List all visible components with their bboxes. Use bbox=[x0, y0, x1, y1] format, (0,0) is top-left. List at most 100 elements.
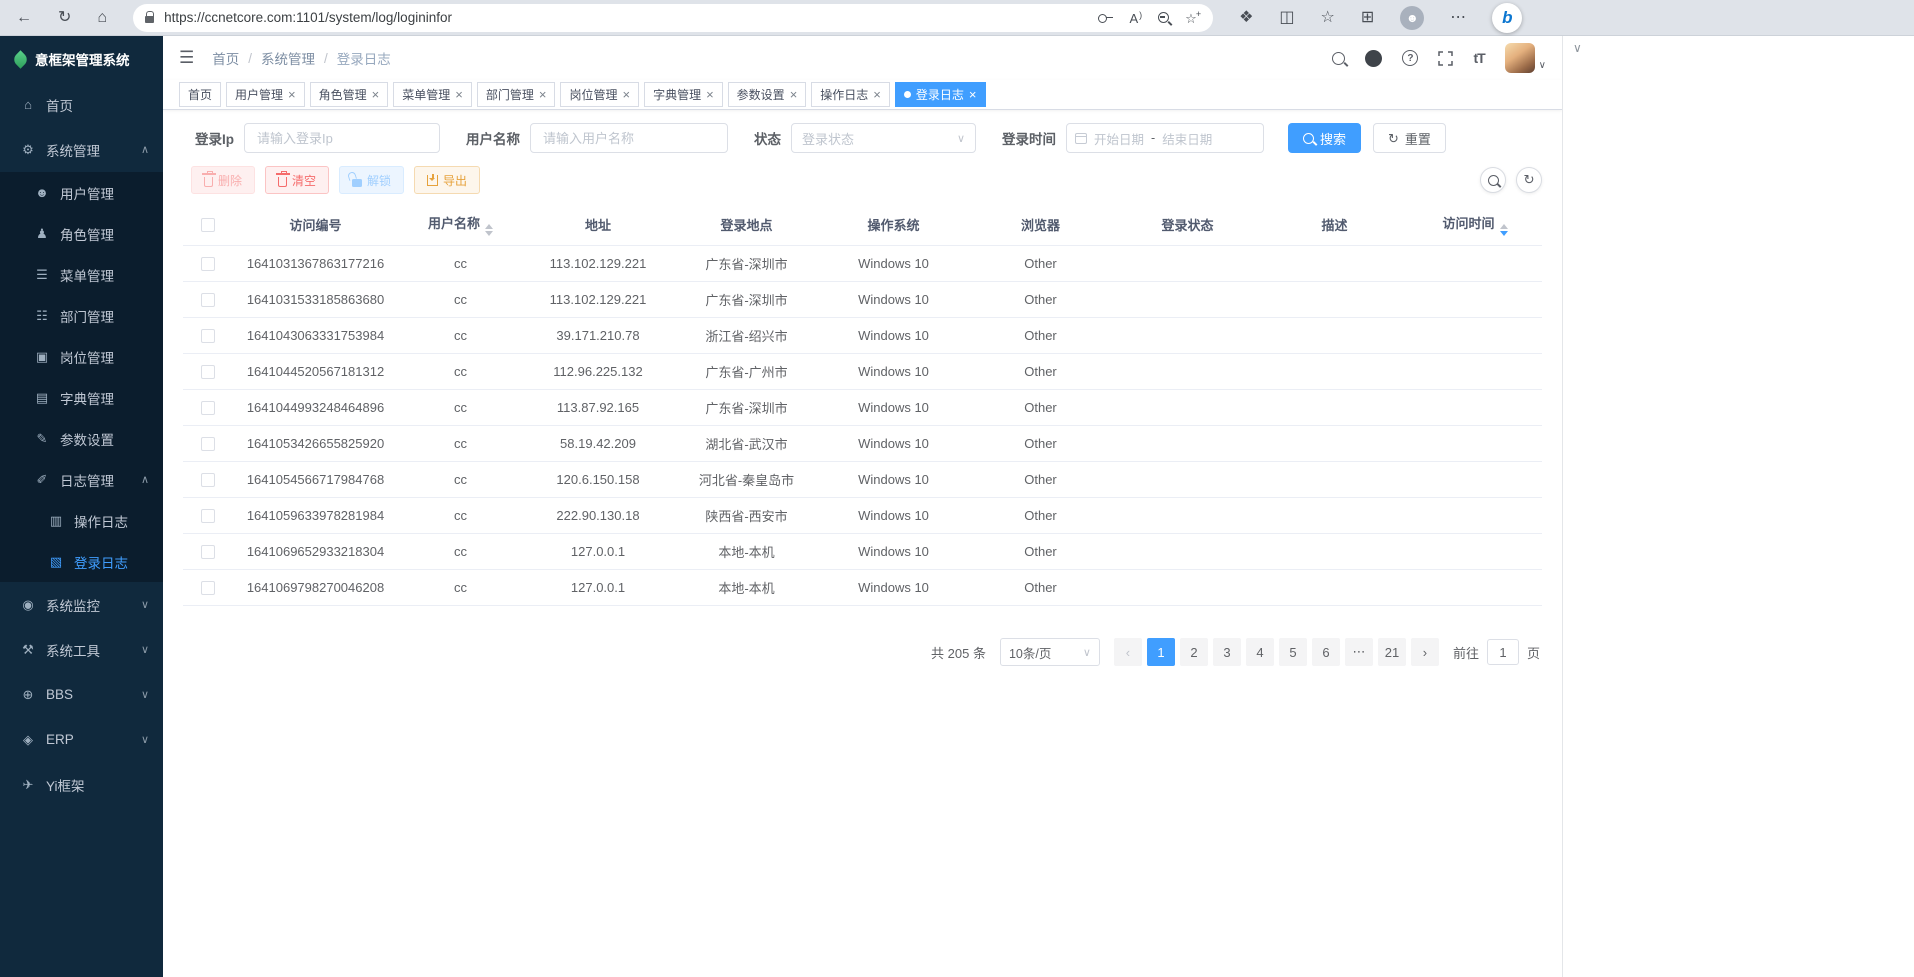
page-button-6[interactable]: 6 bbox=[1312, 638, 1340, 666]
sidebar-item-log-mgmt[interactable]: ✐日志管理∧ bbox=[0, 459, 163, 500]
sidebar-item-post-mgmt[interactable]: ▣岗位管理 bbox=[0, 336, 163, 377]
close-tab-icon[interactable]: × bbox=[455, 87, 463, 102]
unlock-button[interactable]: 解锁 bbox=[339, 166, 404, 194]
tab-login-log[interactable]: 登录日志× bbox=[895, 82, 986, 107]
tab-post-mgmt[interactable]: 岗位管理× bbox=[560, 82, 639, 107]
close-tab-icon[interactable]: × bbox=[372, 87, 380, 102]
tab-home[interactable]: 首页 bbox=[179, 82, 221, 107]
page-button-1[interactable]: 1 bbox=[1147, 638, 1175, 666]
sidebar-item-erp[interactable]: ◈ERP∨ bbox=[0, 717, 163, 762]
tab-role-mgmt[interactable]: 角色管理× bbox=[310, 82, 389, 107]
row-checkbox[interactable] bbox=[201, 545, 215, 559]
back-icon[interactable]: ← bbox=[16, 10, 32, 26]
goto-page-input[interactable] bbox=[1487, 639, 1519, 665]
address-bar[interactable]: https://ccnetcore.com:1101/system/log/lo… bbox=[133, 4, 1213, 32]
sidebar-item-menu-mgmt[interactable]: ☰菜单管理 bbox=[0, 254, 163, 295]
sidebar-item-yi-framework[interactable]: ✈Yi框架 bbox=[0, 762, 163, 807]
sidebar-item-dict-mgmt[interactable]: ▤字典管理 bbox=[0, 377, 163, 418]
copilot-bing-icon[interactable]: b bbox=[1492, 3, 1522, 33]
add-favorite-icon[interactable]: ☆ bbox=[1185, 10, 1201, 25]
sidebar-item-home[interactable]: ⌂首页 bbox=[0, 82, 163, 127]
row-checkbox[interactable] bbox=[201, 581, 215, 595]
row-checkbox[interactable] bbox=[201, 293, 215, 307]
page-size-select[interactable]: 10条/页 ∨ bbox=[1000, 638, 1100, 666]
breadcrumb-item[interactable]: 首页 bbox=[212, 48, 239, 68]
zoom-out-icon[interactable] bbox=[1158, 12, 1169, 23]
sidebar-item-system-monitor[interactable]: ◉系统监控∨ bbox=[0, 582, 163, 627]
toggle-search-button[interactable] bbox=[1480, 167, 1506, 193]
font-size-icon[interactable]: tT bbox=[1473, 50, 1484, 66]
sidebar-item-bbs[interactable]: ⊕BBS∨ bbox=[0, 672, 163, 717]
page-button-4[interactable]: 4 bbox=[1246, 638, 1274, 666]
export-button[interactable]: 导出 bbox=[414, 166, 480, 194]
row-checkbox[interactable] bbox=[201, 329, 215, 343]
browser-menu-icon[interactable]: ⋯ bbox=[1450, 10, 1466, 26]
row-checkbox[interactable] bbox=[201, 365, 215, 379]
page-button-3[interactable]: 3 bbox=[1213, 638, 1241, 666]
row-checkbox[interactable] bbox=[201, 509, 215, 523]
tab-operation-log[interactable]: 操作日志× bbox=[811, 82, 890, 107]
date-range-picker[interactable]: 开始日期 - 结束日期 bbox=[1066, 123, 1264, 153]
row-checkbox[interactable] bbox=[201, 257, 215, 271]
sort-icon[interactable] bbox=[1500, 224, 1508, 236]
close-tab-icon[interactable]: × bbox=[706, 87, 714, 102]
status-select[interactable]: 登录状态 ∨ bbox=[791, 123, 976, 153]
ip-input[interactable] bbox=[244, 123, 440, 153]
sidebar-item-system-tools[interactable]: ⚒系统工具∨ bbox=[0, 627, 163, 672]
close-tab-icon[interactable]: × bbox=[288, 87, 296, 102]
column-header-time[interactable]: 访问时间 bbox=[1408, 204, 1542, 246]
tab-menu-mgmt[interactable]: 菜单管理× bbox=[393, 82, 472, 107]
extensions-icon[interactable]: ❖ bbox=[1239, 10, 1253, 26]
close-tab-icon[interactable]: × bbox=[790, 87, 798, 102]
tab-user-mgmt[interactable]: 用户管理× bbox=[226, 82, 305, 107]
url-text[interactable]: https://ccnetcore.com:1101/system/log/lo… bbox=[164, 10, 1088, 25]
pane-collapse-icon[interactable]: ∨ bbox=[1573, 41, 1582, 55]
browser-home-icon[interactable]: ⌂ bbox=[97, 10, 107, 26]
sidebar-item-user-mgmt[interactable]: ☻用户管理 bbox=[0, 172, 163, 213]
sidebar-item-param-settings[interactable]: ✎参数设置 bbox=[0, 418, 163, 459]
sidebar-item-dept-mgmt[interactable]: ☷部门管理 bbox=[0, 295, 163, 336]
page-button-21[interactable]: 21 bbox=[1378, 638, 1406, 666]
site-lock-icon[interactable] bbox=[145, 16, 154, 23]
reset-button[interactable]: ↻ 重置 bbox=[1373, 123, 1446, 153]
browser-refresh-icon[interactable]: ↻ bbox=[58, 10, 71, 26]
close-tab-icon[interactable]: × bbox=[873, 87, 881, 102]
tab-dept-mgmt[interactable]: 部门管理× bbox=[477, 82, 556, 107]
row-checkbox[interactable] bbox=[201, 401, 215, 415]
breadcrumb-item[interactable]: 系统管理 bbox=[261, 48, 315, 68]
sidebar-item-login-log[interactable]: ▧登录日志 bbox=[0, 541, 163, 582]
collections-icon[interactable]: ⊞ bbox=[1361, 10, 1374, 26]
row-checkbox[interactable] bbox=[201, 473, 215, 487]
search-button[interactable]: 搜索 bbox=[1288, 123, 1361, 153]
sidebar-item-role-mgmt[interactable]: ♟角色管理 bbox=[0, 213, 163, 254]
favorites-icon[interactable]: ☆ bbox=[1321, 10, 1335, 26]
close-tab-icon[interactable]: × bbox=[539, 87, 547, 102]
sort-icon[interactable] bbox=[485, 224, 493, 236]
tab-dict-mgmt[interactable]: 字典管理× bbox=[644, 82, 723, 107]
github-icon[interactable] bbox=[1365, 50, 1382, 67]
username-input[interactable] bbox=[530, 123, 728, 153]
close-tab-icon[interactable]: × bbox=[969, 87, 977, 102]
collapse-menu-icon[interactable]: ☰ bbox=[179, 48, 194, 68]
page-button-2[interactable]: 2 bbox=[1180, 638, 1208, 666]
column-header-user[interactable]: 用户名称 bbox=[398, 204, 523, 246]
help-icon[interactable]: ? bbox=[1402, 50, 1418, 66]
clear-button[interactable]: 清空 bbox=[265, 166, 329, 194]
delete-button[interactable]: 删除 bbox=[191, 166, 255, 194]
browser-profile-icon[interactable]: ☻ bbox=[1400, 6, 1424, 30]
user-menu[interactable]: ∨ bbox=[1505, 43, 1546, 73]
user-avatar[interactable] bbox=[1505, 43, 1535, 73]
read-aloud-icon[interactable]: A bbox=[1129, 11, 1142, 25]
more-pages-button[interactable]: ⋯ bbox=[1345, 638, 1373, 666]
sidebar-item-operation-log[interactable]: ▥操作日志 bbox=[0, 500, 163, 541]
select-all-checkbox[interactable] bbox=[201, 218, 215, 232]
split-screen-icon[interactable]: ◫ bbox=[1279, 10, 1294, 26]
password-key-icon[interactable] bbox=[1098, 11, 1113, 24]
fullscreen-icon[interactable] bbox=[1438, 51, 1453, 66]
header-search-icon[interactable] bbox=[1332, 52, 1345, 65]
next-page-button[interactable]: › bbox=[1411, 638, 1439, 666]
prev-page-button[interactable]: ‹ bbox=[1114, 638, 1142, 666]
sidebar-item-system-mgmt[interactable]: ⚙系统管理∧ bbox=[0, 127, 163, 172]
close-tab-icon[interactable]: × bbox=[622, 87, 630, 102]
row-checkbox[interactable] bbox=[201, 437, 215, 451]
